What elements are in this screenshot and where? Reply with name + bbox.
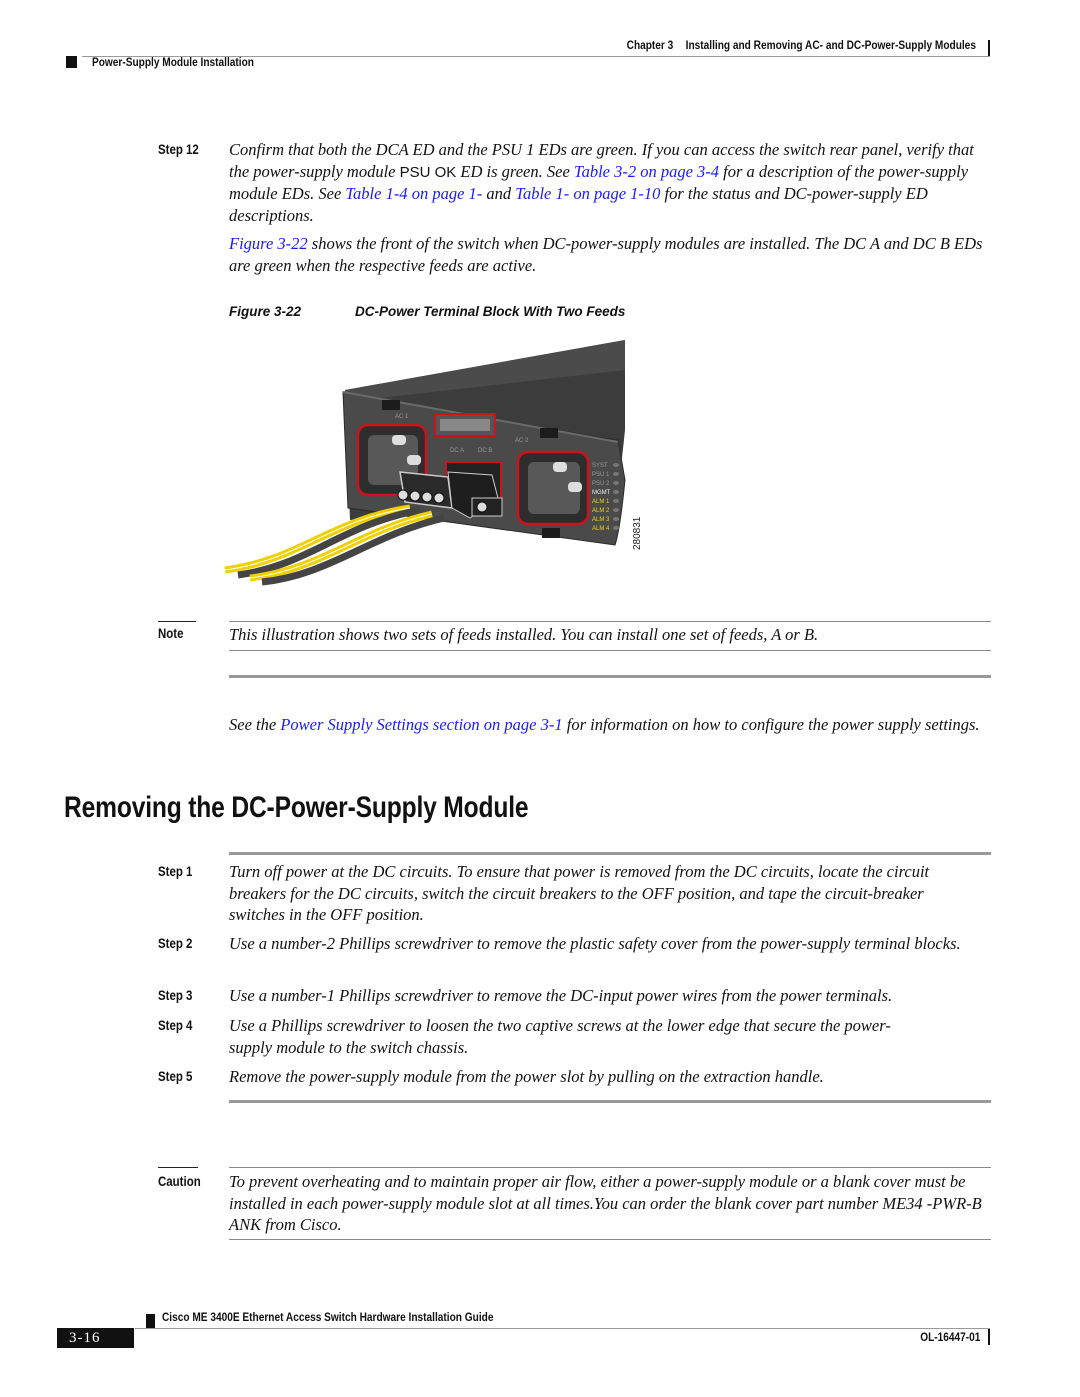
led-label-alm3: ALM 3 bbox=[592, 517, 610, 523]
procedure-end-rule-2 bbox=[229, 1100, 991, 1103]
led-label-psu1: PSU 1 bbox=[592, 472, 610, 478]
note-marker-bar bbox=[158, 621, 196, 622]
terminal-screw-1 bbox=[397, 489, 409, 501]
led-indicator bbox=[613, 526, 619, 530]
running-header-section: Power-Supply Module Installation bbox=[92, 57, 254, 69]
step-12-text: Confirm that both the DCA ED and the PSU… bbox=[229, 140, 974, 225]
panel-label-dcb: DC B bbox=[478, 448, 492, 454]
led-label-alm1: ALM 1 bbox=[592, 499, 610, 505]
figure-caption: Figure 3-22 DC-Power Terminal Block With… bbox=[229, 304, 625, 319]
led-indicator bbox=[613, 490, 619, 494]
led-label-alm2: ALM 2 bbox=[592, 508, 610, 514]
link-figure-3-22[interactable]: Figure 3-22 bbox=[229, 234, 308, 253]
section-heading: Removing the DC-Power-Supply Module bbox=[64, 791, 529, 824]
header-bar-marker bbox=[988, 40, 990, 56]
latch-top-left bbox=[382, 400, 400, 410]
middle-slot-inner bbox=[440, 419, 490, 431]
art-id: 280831 bbox=[632, 516, 643, 550]
led-indicator bbox=[613, 463, 619, 467]
panel-label-ac2: AC 2 bbox=[515, 438, 529, 444]
figure-intro-text: Figure 3-22 shows the front of the switc… bbox=[229, 234, 983, 275]
note-bottom-rule bbox=[229, 650, 991, 651]
note-text: This illustration shows two sets of feed… bbox=[229, 625, 819, 644]
step-5-label: Step 5 bbox=[158, 1069, 193, 1084]
figure-dc-terminal-block: SYST PSU 1 PSU 2 MGMT ALM 1 ALM 2 ALM 3 ALM 4 AC… bbox=[220, 330, 660, 600]
led-indicator bbox=[613, 472, 619, 476]
page-number: 3-16 bbox=[57, 1328, 134, 1348]
document-number: OL-16447-01 bbox=[919, 1332, 980, 1344]
procedure-end-rule bbox=[229, 675, 991, 678]
latch-bottom-right bbox=[542, 528, 560, 538]
led-label-mgmt: MGMT bbox=[592, 490, 611, 496]
chapter-label: Chapter 3 bbox=[626, 40, 674, 52]
link-power-supply-settings[interactable]: Power Supply Settings bbox=[280, 715, 428, 734]
step-12-label: Step 12 bbox=[158, 142, 199, 157]
latch-top-right bbox=[540, 428, 558, 438]
caution-text: To prevent overheating and to maintain p… bbox=[229, 1172, 982, 1234]
left-pin-2 bbox=[407, 455, 421, 465]
step-5-text: Remove the power-supply module from the … bbox=[229, 1067, 824, 1086]
note-label: Note bbox=[158, 626, 184, 641]
led-indicator bbox=[613, 499, 619, 503]
led-label-psu2: PSU 2 bbox=[592, 481, 610, 487]
terminal-block-plug bbox=[399, 471, 453, 509]
led-indicator bbox=[613, 481, 619, 485]
footer-rule bbox=[135, 1328, 990, 1329]
procedure-start-rule bbox=[229, 852, 991, 855]
footer-guide-title: Cisco ME 3400E Ethernet Access Switch Ha… bbox=[162, 1312, 494, 1324]
link-table-1-4[interactable]: Table 1-4 on page 1- bbox=[345, 184, 482, 203]
link-table-1-x[interactable]: Table 1- on page 1-10 bbox=[515, 184, 660, 203]
terminal-screw-4 bbox=[433, 492, 445, 504]
step-2-label: Step 2 bbox=[158, 936, 193, 951]
led-label-syst: SYST bbox=[592, 463, 608, 469]
psu-ok-label: PSU OK bbox=[399, 163, 457, 181]
step-1-text: Turn off power at the DC circuits. To en… bbox=[229, 862, 930, 924]
step-4-label: Step 4 bbox=[158, 1018, 193, 1033]
running-header-chapter: Chapter 3 Installing and Removing AC- and… bbox=[627, 40, 976, 52]
figure-title: DC-Power Terminal Block With Two Feeds bbox=[355, 304, 626, 319]
step-3-label: Step 3 bbox=[158, 988, 193, 1003]
switch-illustration: SYST PSU 1 PSU 2 MGMT ALM 1 ALM 2 ALM 3 ALM 4 AC… bbox=[224, 340, 643, 586]
header-square-marker bbox=[66, 56, 77, 68]
see-also-text: See the Power Supply Settings section on… bbox=[229, 715, 980, 734]
caution-top-rule bbox=[229, 1167, 991, 1168]
figure-number: Figure 3-22 bbox=[229, 304, 302, 319]
step-1-label: Step 1 bbox=[158, 864, 193, 879]
caution-label: Caution bbox=[158, 1174, 201, 1189]
link-section-page-3-1[interactable]: section on page 3-1 bbox=[433, 715, 563, 734]
caution-bottom-rule bbox=[229, 1239, 991, 1240]
panel-label-ac1: AC 1 bbox=[395, 414, 409, 420]
footer-bar-marker bbox=[988, 1329, 990, 1345]
terminal-screw-2 bbox=[409, 490, 421, 502]
caution-marker-bar bbox=[158, 1167, 198, 1168]
led-indicator bbox=[613, 508, 619, 512]
link-table-3-2[interactable]: Table 3-2 on page 3-4 bbox=[574, 162, 719, 181]
step-3-text: Use a number-1 Phillips screwdriver to r… bbox=[229, 986, 893, 1005]
captive-screw bbox=[476, 501, 488, 513]
chapter-title: Installing and Removing AC- and DC-Power… bbox=[685, 40, 976, 52]
terminal-screw-3 bbox=[421, 491, 433, 503]
right-pin-1 bbox=[553, 462, 567, 472]
panel-label-dca: DC A bbox=[450, 448, 464, 454]
step-2-text: Use a number-2 Phillips screwdriver to r… bbox=[229, 934, 961, 953]
right-pin-2 bbox=[568, 482, 582, 492]
left-pin-1 bbox=[392, 435, 406, 445]
note-top-rule bbox=[229, 621, 991, 622]
led-indicator bbox=[613, 517, 619, 521]
footer-square-marker bbox=[146, 1314, 155, 1328]
led-label-alm4: ALM 4 bbox=[592, 526, 610, 532]
step-4-text: Use a Phillips screwdriver to loosen the… bbox=[229, 1016, 891, 1057]
